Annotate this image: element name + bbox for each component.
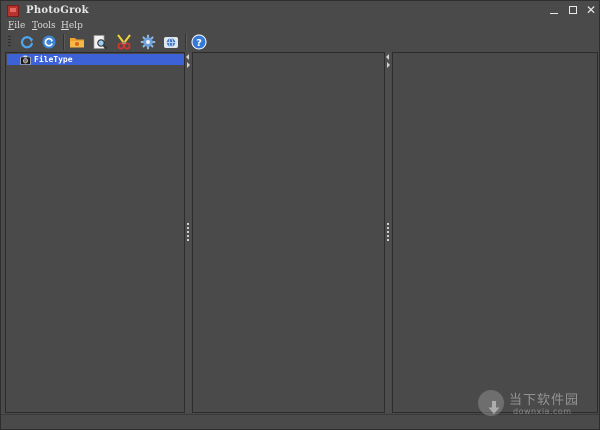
toolbar-separator [185,34,187,50]
open-folder-icon [70,38,84,48]
app-logo-icon [7,5,19,17]
toolbar-separator [63,34,65,50]
tree-item-filetype[interactable]: FileType [7,54,184,65]
watermark-url: downxia.com [513,407,572,416]
collapse-left-icon[interactable] [386,54,389,60]
tree-item-label: FileType [34,55,73,64]
filetype-camera-icon [20,55,31,65]
help-icon: ? [191,34,207,50]
title-bar: PhotoGrok ✕ [1,1,599,21]
cut-button[interactable] [116,34,132,50]
splitter-left[interactable] [185,52,191,413]
menu-file[interactable]: File [8,21,25,31]
menu-tools-label: ools [37,21,56,31]
collapse-left-icon[interactable] [186,54,189,60]
toolbar: ? [1,33,599,51]
splitter-grip-icon [387,223,389,241]
menu-bar: File Tools Help [1,21,599,33]
file-list-pane[interactable] [192,52,385,413]
help-button[interactable]: ? [191,34,207,50]
svg-text:?: ? [196,38,202,49]
splitter-grip-icon [187,223,189,241]
globe-icon [164,37,178,48]
toolbar-grip[interactable] [8,36,11,48]
maximize-icon [569,6,577,14]
app-window: PhotoGrok ✕ File Tools Help ? FileType 当… [0,0,600,430]
maximize-button[interactable] [565,3,581,18]
refresh-icon [21,36,34,49]
expand-right-icon[interactable] [387,62,390,68]
menu-help-mnemonic: H [61,21,69,31]
expand-right-icon[interactable] [187,62,190,68]
watermark-text: 当下软件园 [509,393,580,408]
preview-search-icon [93,35,108,50]
menu-help[interactable]: Help [61,21,83,31]
menu-tools[interactable]: Tools [32,21,56,31]
settings-gear-icon [140,34,156,50]
settings-button[interactable] [140,34,156,50]
menu-help-label: elp [68,21,83,31]
window-title: PhotoGrok [26,5,89,16]
web-button[interactable] [163,34,179,50]
splitter-right[interactable] [385,52,391,413]
reload-button[interactable] [41,34,57,50]
reload-icon [42,35,56,49]
preview-button[interactable] [92,34,108,50]
minimize-icon [550,13,558,14]
folder-tree-pane[interactable]: FileType [5,52,185,413]
menu-file-label: ile [14,21,26,31]
minimize-button[interactable] [546,3,562,18]
scissors-icon [117,34,131,50]
download-badge-icon [478,390,504,416]
metadata-pane[interactable] [392,52,598,413]
open-folder-button[interactable] [69,34,85,50]
refresh-button[interactable] [19,34,35,50]
watermark: 当下软件园 downxia.com [475,384,599,420]
close-button[interactable]: ✕ [583,3,599,18]
